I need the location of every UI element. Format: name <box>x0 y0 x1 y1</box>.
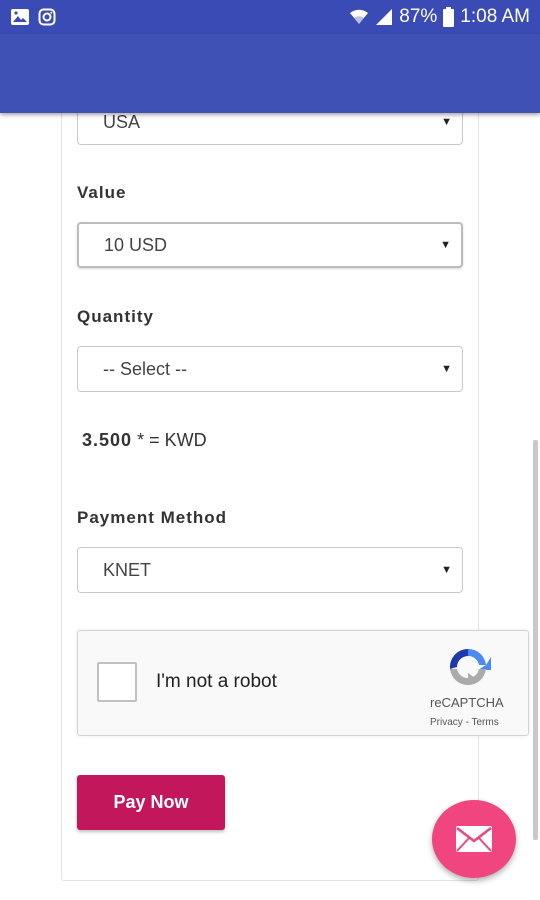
price-summary: 3.500 * = KWD <box>82 430 207 451</box>
recaptcha-checkbox[interactable] <box>97 662 137 702</box>
recaptcha-brand: reCAPTCHA <box>430 695 504 710</box>
wifi-icon <box>350 9 369 24</box>
mail-icon <box>456 826 492 852</box>
dropdown-arrow-icon: ▼ <box>440 239 451 251</box>
dropdown-arrow-icon: ▼ <box>441 116 452 128</box>
mail-fab-button[interactable] <box>432 800 516 878</box>
country-select-value: USA <box>103 111 141 132</box>
price-currency: * = KWD <box>137 430 207 450</box>
instagram-icon <box>38 8 56 26</box>
value-label: Value <box>77 183 127 202</box>
payment-method-value: KNET <box>103 559 152 580</box>
battery-icon <box>443 7 455 27</box>
status-bar: 87% 1:08 AM <box>0 0 540 34</box>
quantity-select-value: -- Select -- <box>103 358 188 379</box>
image-icon <box>11 9 29 25</box>
signal-icon <box>376 9 393 25</box>
battery-percent: 87% <box>399 6 438 27</box>
dropdown-arrow-icon: ▼ <box>441 564 452 576</box>
dropdown-arrow-icon: ▼ <box>441 363 452 375</box>
payment-method-select[interactable]: KNET ▼ <box>77 547 463 593</box>
recaptcha-privacy-terms-links[interactable]: Privacy - Terms <box>430 717 499 728</box>
price-amount: 3.500 <box>82 430 133 450</box>
clock: 1:08 AM <box>460 6 530 27</box>
recaptcha-logo-icon <box>449 648 491 686</box>
value-select-value: 10 USD <box>104 234 168 255</box>
quantity-label: Quantity <box>77 307 154 326</box>
recaptcha-label: I'm not a robot <box>156 671 277 692</box>
quantity-select[interactable]: -- Select -- ▼ <box>77 346 463 392</box>
payment-method-label: Payment Method <box>77 508 228 527</box>
recaptcha-widget: I'm not a robot reCAPTCHA Privacy - Term… <box>77 630 529 736</box>
app-bar <box>0 34 540 113</box>
pay-now-button[interactable]: Pay Now <box>77 775 225 830</box>
value-select[interactable]: 10 USD ▼ <box>77 222 463 268</box>
scrollbar[interactable] <box>533 440 538 840</box>
